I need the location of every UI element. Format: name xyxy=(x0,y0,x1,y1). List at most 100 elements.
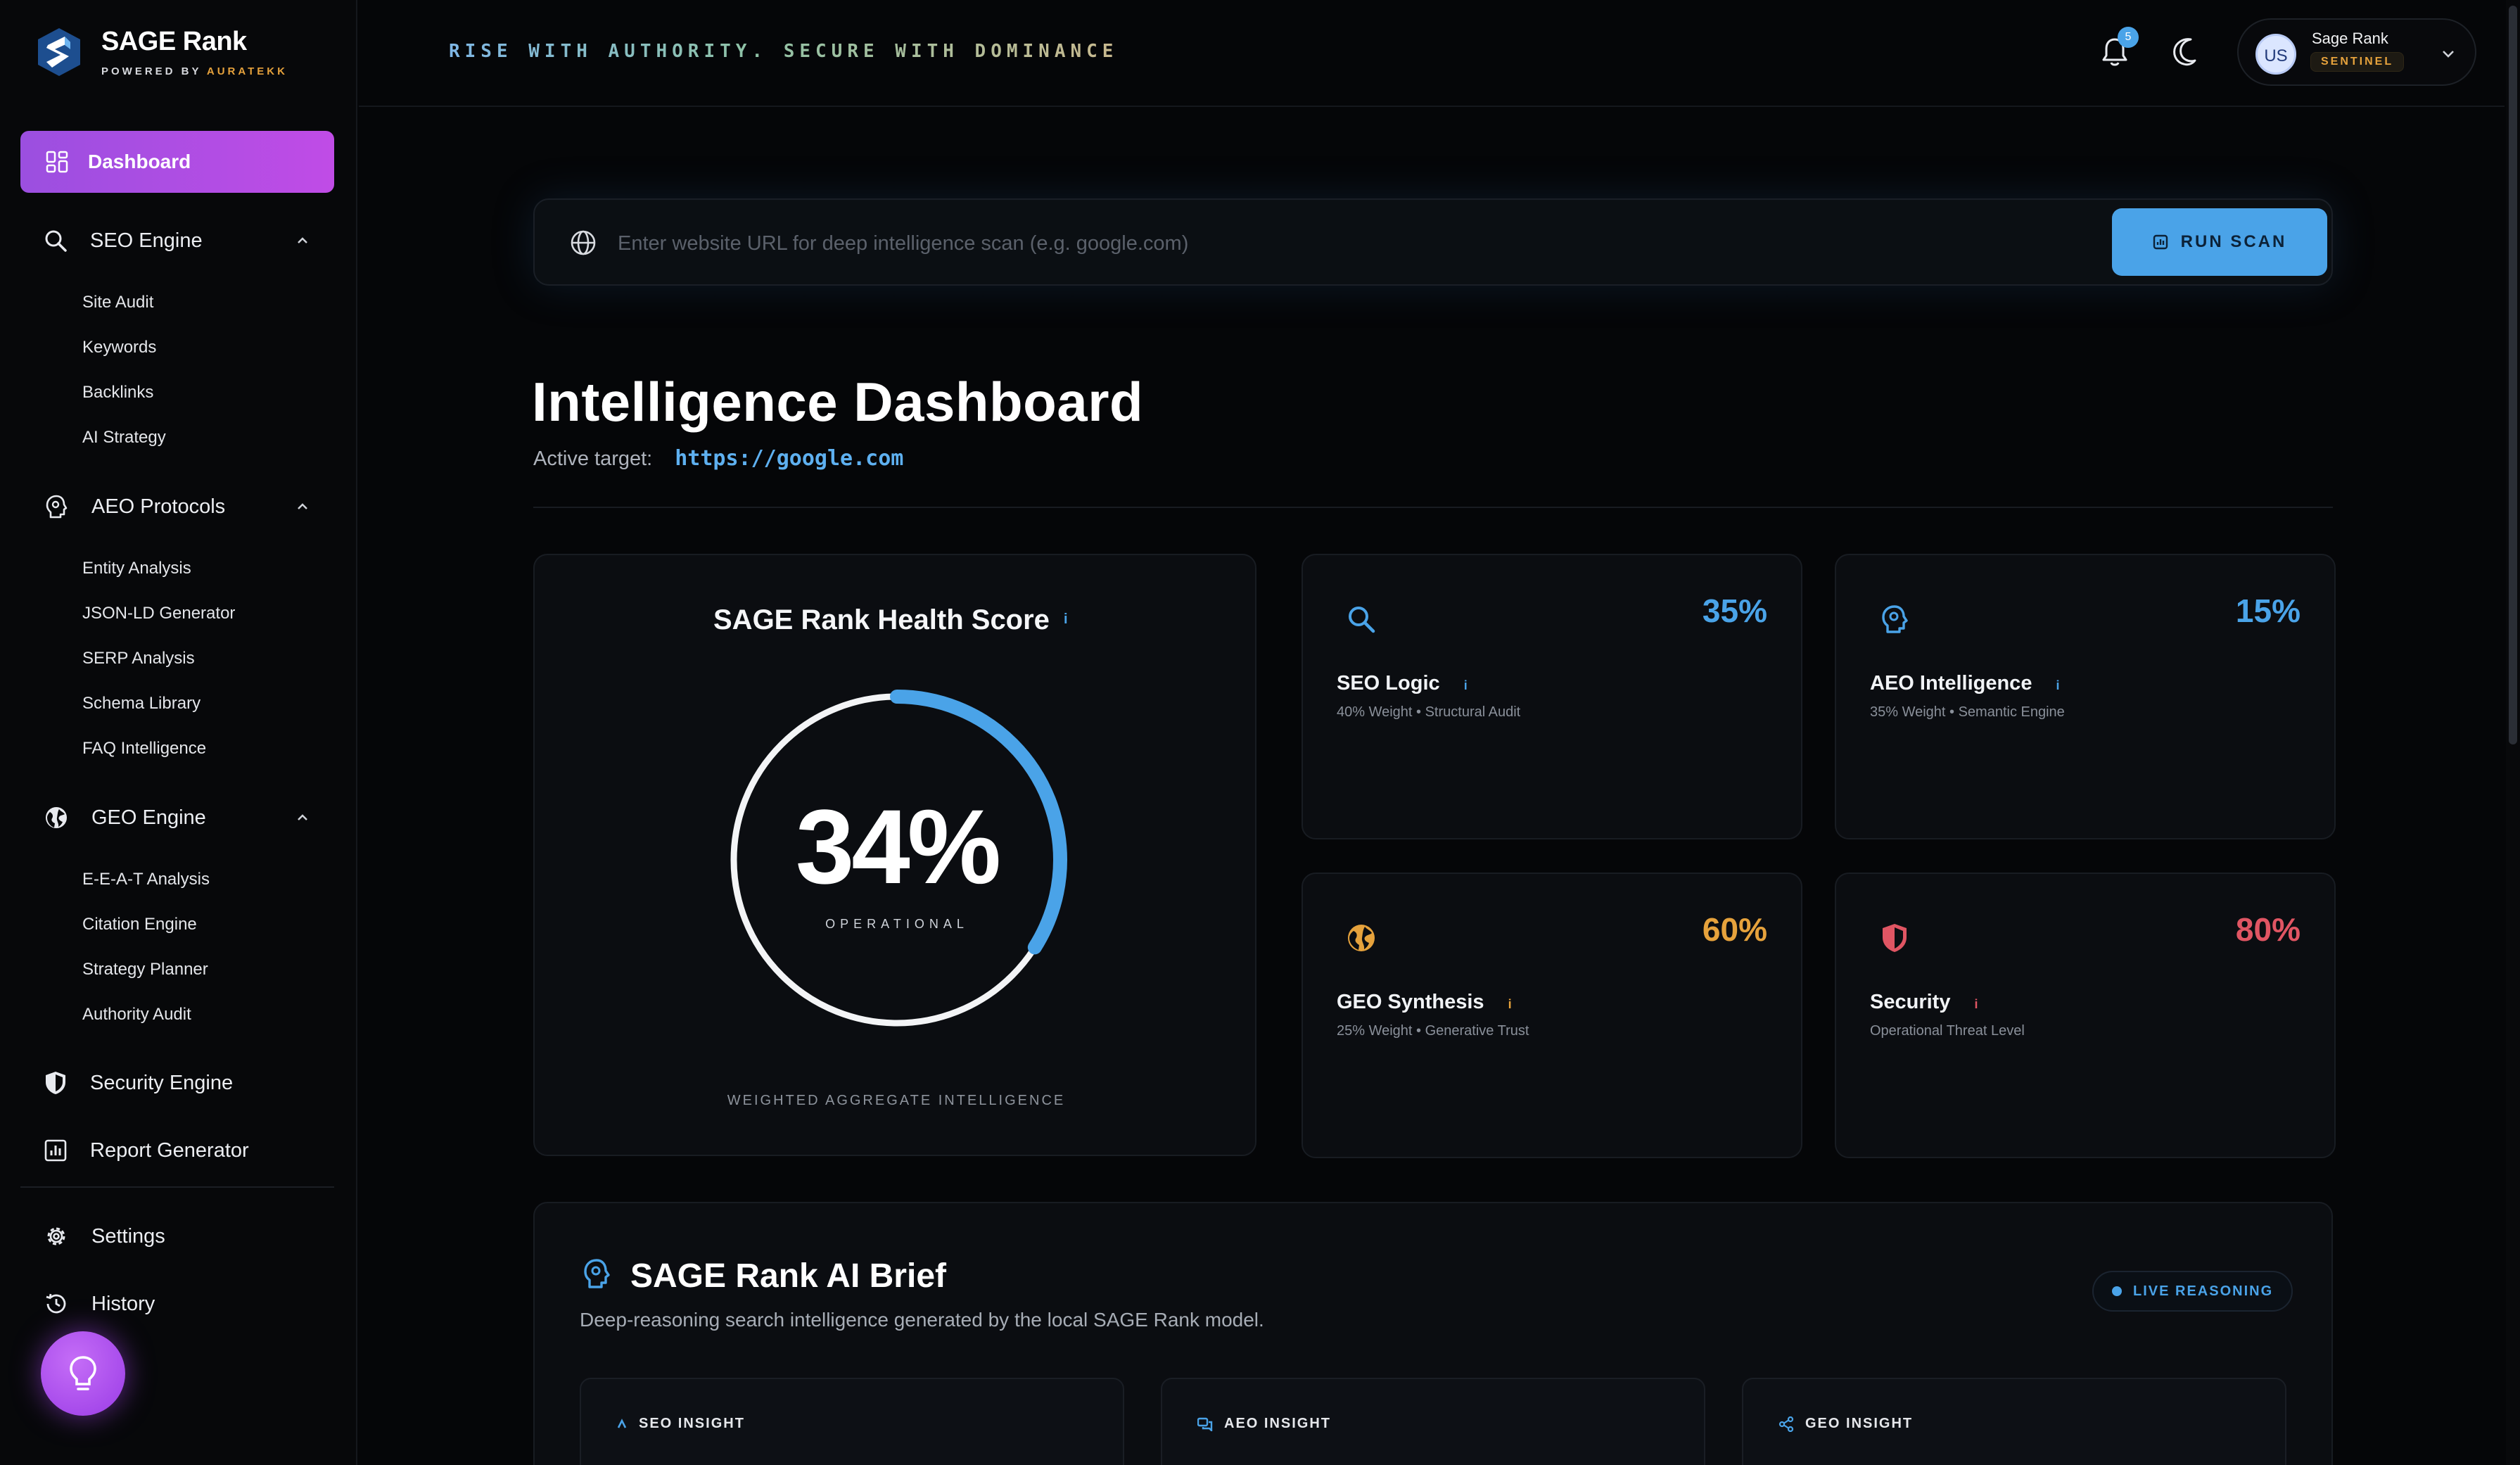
info-icon[interactable]: i xyxy=(1975,997,1978,1011)
metric-subtitle: 25% Weight • Generative Trust xyxy=(1337,1023,1529,1039)
chevron-up-icon[interactable] xyxy=(295,500,310,514)
sidebar-item-label: Dashboard xyxy=(88,151,191,172)
insight-card-aeo[interactable]: AEO INSIGHT xyxy=(1161,1378,1705,1465)
sidebar-group-label: AEO Protocols xyxy=(91,495,226,518)
sidebar-item-ai-strategy[interactable]: AI Strategy xyxy=(82,428,166,448)
app-name: SAGE Rank xyxy=(101,27,247,56)
powered-brand: AURATEKK xyxy=(206,65,288,77)
metric-card-geo[interactable]: 60% GEO Synthesis i 25% Weight • Generat… xyxy=(1302,873,1802,1158)
health-score-footer: WEIGHTED AGGREGATE INTELLIGENCE xyxy=(727,1093,1066,1108)
metric-card-seo[interactable]: 35% SEO Logic i 40% Weight • Structural … xyxy=(1302,554,1802,839)
sidebar-item-entity-analysis[interactable]: Entity Analysis xyxy=(82,559,191,578)
metric-percent: 80% xyxy=(2235,911,2301,948)
globe-icon xyxy=(571,230,596,255)
chevron-down-icon[interactable] xyxy=(2440,46,2457,61)
live-reasoning-label: LIVE REASONING xyxy=(2133,1283,2274,1299)
insight-label: AEO INSIGHT xyxy=(1224,1416,1332,1431)
logo[interactable]: SAGE Rank POWERED BY AURATEKK xyxy=(37,27,288,77)
insight-label: GEO INSIGHT xyxy=(1805,1416,1914,1431)
chat-bubbles-icon xyxy=(1197,1417,1213,1431)
health-gauge: 34% OPERATIONAL xyxy=(725,687,1069,1032)
metric-title-text: SEO Logic xyxy=(1337,672,1440,695)
metric-card-security[interactable]: 80% Security i Operational Threat Level xyxy=(1835,873,2336,1158)
health-score-title: SAGE Rank Health Score xyxy=(713,604,1050,635)
sidebar-group-label: GEO Engine xyxy=(91,806,206,829)
app-root: SAGE Rank POWERED BY AURATEKK Dashboard xyxy=(0,0,2520,1465)
caret-up-icon xyxy=(617,1418,627,1428)
metric-title-text: Security xyxy=(1870,991,1951,1013)
globe-icon xyxy=(46,807,67,828)
sidebar-item-keywords[interactable]: Keywords xyxy=(82,338,156,357)
search-icon xyxy=(1349,607,1375,633)
sidebar-item-settings[interactable]: Settings xyxy=(44,1219,165,1254)
info-icon[interactable]: i xyxy=(2056,678,2060,692)
chevron-up-icon[interactable] xyxy=(295,811,310,825)
share-icon xyxy=(1778,1416,1794,1432)
sidebar-item-authority-audit[interactable]: Authority Audit xyxy=(82,1005,191,1025)
ai-brief-subtitle: Deep-reasoning search intelligence gener… xyxy=(580,1309,1264,1331)
info-icon[interactable]: i xyxy=(1508,997,1512,1011)
logo-mark-icon xyxy=(38,28,80,76)
avatar: US xyxy=(2255,34,2296,75)
sidebar-item-serp-analysis[interactable]: SERP Analysis xyxy=(82,649,195,668)
run-scan-button[interactable]: RUN SCAN xyxy=(2112,208,2327,276)
user-name: Sage Rank xyxy=(2312,30,2388,47)
lightbulb-icon xyxy=(70,1356,96,1390)
metric-title: AEO Intelligence i xyxy=(1870,672,2060,695)
sidebar-item-dashboard[interactable]: Dashboard xyxy=(20,131,334,193)
scan-search-bar: RUN SCAN xyxy=(533,198,2333,286)
insight-card-geo[interactable]: GEO INSIGHT xyxy=(1742,1378,2286,1465)
scan-icon xyxy=(2153,234,2168,250)
sidebar-item-site-audit[interactable]: Site Audit xyxy=(82,293,153,312)
moon-icon[interactable] xyxy=(2170,35,2202,68)
section-divider xyxy=(533,507,2333,508)
sidebar-item-json-ld-generator[interactable]: JSON-LD Generator xyxy=(82,604,235,623)
metric-percent: 35% xyxy=(1702,592,1767,629)
run-scan-label: RUN SCAN xyxy=(2180,232,2287,251)
sidebar-item-security-engine[interactable]: Security Engine xyxy=(44,1065,233,1101)
sidebar-group-geo-engine[interactable]: GEO Engine xyxy=(44,800,307,835)
sidebar-group-aeo-protocols[interactable]: AEO Protocols xyxy=(44,489,307,524)
sidebar: SAGE Rank POWERED BY AURATEKK Dashboard xyxy=(0,0,357,1465)
metric-card-aeo[interactable]: 15% AEO Intelligence i 35% Weight • Sema… xyxy=(1835,554,2336,839)
active-target-url[interactable]: https://google.com xyxy=(675,446,903,471)
shield-icon xyxy=(46,1072,65,1094)
sidebar-item-backlinks[interactable]: Backlinks xyxy=(82,383,153,402)
sidebar-item-history[interactable]: History xyxy=(44,1286,155,1321)
insight-card-seo[interactable]: SEO INSIGHT xyxy=(580,1378,1124,1465)
tagline: RISE WITH AUTHORITY. SECURE WITH DOMINAN… xyxy=(449,41,1119,62)
powered-by: POWERED BY AURATEKK xyxy=(101,65,288,77)
sidebar-group-seo-engine[interactable]: SEO Engine xyxy=(44,223,307,258)
scrollbar-thumb[interactable] xyxy=(2509,6,2517,744)
sidebar-item-strategy-planner[interactable]: Strategy Planner xyxy=(82,960,208,979)
report-chart-icon xyxy=(44,1139,67,1162)
info-icon[interactable]: i xyxy=(1464,678,1468,692)
sidebar-item-label: Report Generator xyxy=(90,1139,249,1162)
sidebar-item-faq-intelligence[interactable]: FAQ Intelligence xyxy=(82,739,206,759)
metric-percent: 60% xyxy=(1702,911,1767,948)
sidebar-item-report-generator[interactable]: Report Generator xyxy=(44,1133,249,1168)
metric-subtitle: 35% Weight • Semantic Engine xyxy=(1870,704,2065,720)
active-target: Active target: https://google.com xyxy=(533,446,903,471)
sidebar-item-label: Security Engine xyxy=(90,1071,234,1094)
user-role-badge: SENTINEL xyxy=(2310,52,2405,72)
user-menu[interactable]: US Sage Rank SENTINEL xyxy=(2237,18,2476,86)
metric-subtitle: Operational Threat Level xyxy=(1870,1023,2025,1039)
info-icon[interactable]: i xyxy=(1064,611,1068,628)
sidebar-item-citation-engine[interactable]: Citation Engine xyxy=(82,915,197,934)
insight-label: SEO INSIGHT xyxy=(639,1416,745,1431)
metric-title-text: AEO Intelligence xyxy=(1870,672,2032,695)
ideas-fab-button[interactable] xyxy=(41,1331,125,1416)
sidebar-item-schema-library[interactable]: Schema Library xyxy=(82,694,201,714)
powered-prefix: POWERED BY xyxy=(101,65,202,77)
sidebar-item-eeat-analysis[interactable]: E-E-A-T Analysis xyxy=(82,870,210,889)
chevron-up-icon[interactable] xyxy=(295,234,310,248)
brain-icon xyxy=(1882,605,1908,633)
url-input[interactable] xyxy=(618,221,2025,266)
gear-icon xyxy=(47,1227,65,1245)
ai-brief-title: SAGE Rank AI Brief xyxy=(630,1257,946,1295)
sidebar-group-label: SEO Engine xyxy=(90,229,203,252)
notification-badge: 5 xyxy=(2118,27,2139,48)
brain-icon xyxy=(584,1259,610,1288)
history-icon xyxy=(46,1293,66,1314)
